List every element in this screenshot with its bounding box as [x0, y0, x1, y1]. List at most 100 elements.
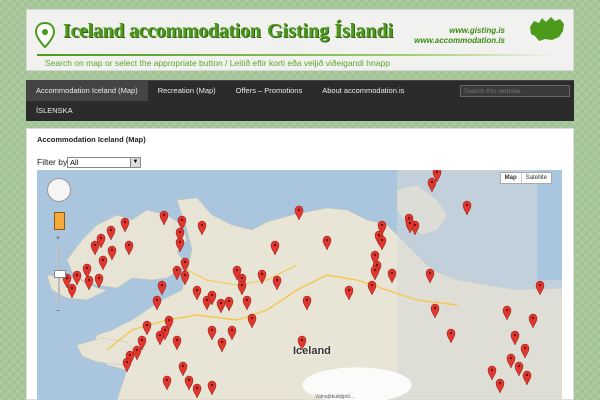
map-view[interactable]: Map Satellite + − Iceland Vatnajökulsþjó…	[37, 170, 562, 400]
map-marker-dot	[430, 180, 434, 184]
map-marker-dot	[531, 316, 535, 320]
nav-item-offers-promotions[interactable]: Offers – Promotions	[226, 81, 313, 101]
nav-item-islenska[interactable]: ÍSLENSKA	[26, 101, 83, 121]
map-marker-dot	[377, 233, 381, 237]
map-marker-dot	[413, 223, 417, 227]
filter-select-value: All	[70, 158, 79, 167]
map-marker-dot	[155, 298, 159, 302]
map-marker-dot	[219, 301, 223, 305]
map-marker-dot	[181, 364, 185, 368]
pan-control-icon[interactable]	[47, 178, 71, 202]
map-marker-dot	[490, 368, 494, 372]
map-pin-logo-icon	[35, 22, 55, 48]
map-marker-dot	[297, 208, 301, 212]
map-marker-dot	[163, 328, 167, 332]
zoom-out-button[interactable]: −	[56, 308, 60, 315]
zoom-in-button[interactable]: +	[56, 235, 60, 242]
iceland-shape-icon	[530, 17, 564, 41]
map-marker-dot	[525, 373, 529, 377]
map-marker-dot	[123, 220, 127, 224]
page-title: Accommodation Iceland (Map)	[37, 135, 146, 144]
map-marker-dot	[195, 386, 199, 390]
map-type-satellite-button[interactable]: Satellite	[522, 173, 551, 183]
map-canvas	[46, 170, 562, 400]
map-marker-dot	[210, 328, 214, 332]
map-marker-dot	[325, 238, 329, 242]
map-marker-dot	[240, 276, 244, 280]
map-marker-dot	[109, 228, 113, 232]
map-marker-dot	[158, 333, 162, 337]
map-marker-dot	[380, 223, 384, 227]
map-marker-dot	[235, 268, 239, 272]
map-marker-dot	[433, 306, 437, 310]
map-marker-dot	[538, 283, 542, 287]
map-marker-dot	[428, 271, 432, 275]
map-marker-dot	[498, 381, 502, 385]
map-marker-dot	[93, 243, 97, 247]
map-marker-dot	[145, 323, 149, 327]
main-navigation: Accommodation Iceland (Map) Recreation (…	[26, 80, 574, 121]
map-marker-dot	[509, 356, 513, 360]
map-marker-dot	[175, 268, 179, 272]
map-marker-dot	[210, 293, 214, 297]
url-accommodation[interactable]: www.accommodation.is	[409, 36, 505, 46]
map-marker-dot	[187, 378, 191, 382]
map-marker-dot	[300, 338, 304, 342]
map-marker-dot	[85, 266, 89, 270]
map-marker-dot	[135, 348, 139, 352]
map-marker-dot	[125, 360, 129, 364]
map-marker-dot	[127, 243, 131, 247]
map-marker-dot	[178, 230, 182, 234]
map-marker-dot	[227, 299, 231, 303]
map-marker-dot	[65, 276, 69, 280]
map-marker-dot	[183, 260, 187, 264]
map-marker-dot	[375, 263, 379, 267]
map-marker-dot	[435, 170, 439, 174]
nav-row: Accommodation Iceland (Map) Recreation (…	[26, 81, 414, 101]
map-marker-icon[interactable]	[172, 265, 182, 281]
map-marker-dot	[245, 298, 249, 302]
map-marker-dot	[250, 316, 254, 320]
map-marker-dot	[162, 213, 166, 217]
map-marker-dot	[347, 288, 351, 292]
map-marker-dot	[505, 308, 509, 312]
nav-item-recreation-map[interactable]: Recreation (Map)	[148, 81, 226, 101]
site-title-en[interactable]: Iceland accommodation	[63, 20, 261, 43]
map-marker-dot	[465, 203, 469, 207]
map-marker-dot	[273, 243, 277, 247]
map-marker-dot	[230, 328, 234, 332]
site-urls: www.gisting.is www.accommodation.is	[409, 26, 505, 46]
map-marker-dot	[260, 272, 264, 276]
filter-select[interactable]: All ▼	[67, 157, 141, 168]
map-marker-icon[interactable]	[157, 280, 167, 296]
nav-row-secondary: ÍSLENSKA	[26, 101, 83, 121]
tagline: Search on map or select the appropriate …	[45, 58, 390, 68]
header-divider	[37, 54, 557, 56]
map-marker-dot	[175, 338, 179, 342]
map-type-map-button[interactable]: Map	[501, 173, 522, 183]
map-marker-dot	[160, 283, 164, 287]
map-marker-dot	[408, 221, 412, 225]
map-region-label: Iceland	[293, 345, 331, 357]
map-marker-dot	[523, 346, 527, 350]
nav-item-accommodation-map[interactable]: Accommodation Iceland (Map)	[26, 81, 148, 101]
map-marker-dot	[370, 283, 374, 287]
ocean-east	[537, 170, 562, 280]
map-marker-dot	[167, 318, 171, 322]
zoom-slider-handle[interactable]	[54, 270, 66, 278]
map-marker-dot	[128, 353, 132, 357]
map-marker-dot	[99, 236, 103, 240]
map-marker-dot	[449, 331, 453, 335]
map-marker-dot	[373, 268, 377, 272]
nav-item-about[interactable]: About accommodation.is	[312, 81, 414, 101]
map-marker-dot	[380, 238, 384, 242]
map-marker-dot	[517, 364, 521, 368]
map-type-control: Map Satellite	[499, 172, 552, 184]
search-input[interactable]	[460, 85, 570, 97]
filter-label: Filter by	[37, 157, 68, 167]
map-marker-dot	[180, 218, 184, 222]
map-marker-dot	[200, 223, 204, 227]
url-gisting[interactable]: www.gisting.is	[409, 26, 505, 36]
site-title-is[interactable]: Gisting Íslandi	[267, 20, 393, 43]
street-view-pegman-icon[interactable]	[54, 212, 65, 230]
